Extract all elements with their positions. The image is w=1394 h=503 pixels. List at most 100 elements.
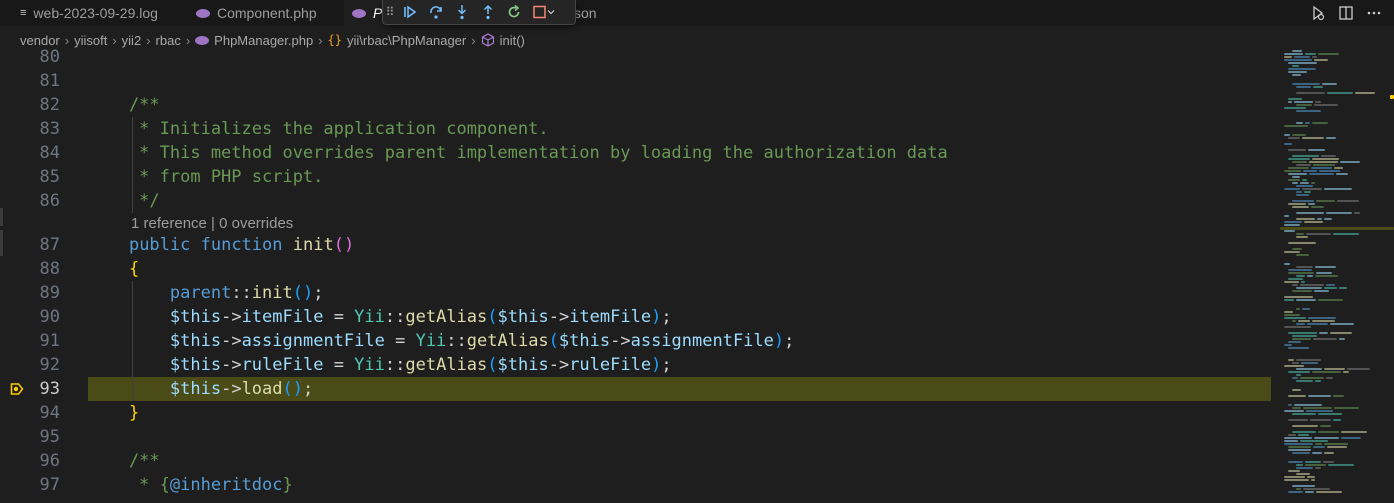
minimap-line — [1284, 443, 1313, 445]
step-into-button[interactable] — [449, 0, 475, 24]
tab-label: son — [574, 5, 597, 21]
minimap-line — [1324, 188, 1352, 190]
minimap-line — [1298, 434, 1309, 436]
minimap-line — [1311, 206, 1324, 208]
code-line[interactable]: 87 public function init() — [0, 233, 1280, 257]
code-token: $this — [497, 355, 549, 375]
editor-actions — [1304, 0, 1394, 26]
minimap-line — [1305, 461, 1321, 463]
minimap-line — [1284, 311, 1293, 313]
restart-button[interactable] — [501, 0, 527, 24]
minimap-line — [1284, 326, 1311, 328]
code-line[interactable]: 80 — [0, 46, 1280, 69]
minimap-line — [1311, 479, 1315, 481]
minimap-line — [1288, 101, 1292, 103]
drag-handle-icon[interactable]: ⠿ — [383, 0, 397, 24]
code-token: /** — [88, 451, 160, 471]
code-line[interactable]: 96 /** — [0, 449, 1280, 473]
step-out-button[interactable] — [475, 0, 501, 24]
minimap-line — [1319, 332, 1328, 334]
minimap-line — [1314, 104, 1338, 106]
code-line[interactable]: 92 $this->ruleFile = Yii::getAlias($this… — [0, 353, 1280, 377]
minimap-marker — [1390, 95, 1394, 99]
minimap-line — [1296, 467, 1313, 469]
tab-label: P — [373, 5, 383, 21]
code-line[interactable]: 93 $this->load(); — [0, 377, 1280, 401]
editor-tab-bar: ≡ web-2023-09-29.log Component.php P son — [0, 0, 1394, 26]
minimap-line — [1306, 233, 1331, 235]
code-line[interactable]: 97 * {@inheritdoc} — [0, 473, 1280, 497]
minimap-line — [1288, 434, 1296, 436]
step-over-button[interactable] — [423, 0, 449, 24]
minimap-line — [1330, 323, 1354, 325]
braces-icon: {} — [327, 33, 342, 47]
code-token: -> — [221, 331, 242, 351]
code-line[interactable]: 82 /** — [0, 93, 1280, 117]
minimap-line — [1292, 206, 1309, 208]
minimap-line — [1284, 410, 1304, 412]
tab-label: web-2023-09-29.log — [33, 5, 158, 21]
code-line[interactable]: 89 parent::init(); — [0, 281, 1280, 305]
tab-web-log[interactable]: ≡ web-2023-09-29.log — [20, 0, 180, 26]
cube-icon — [481, 33, 495, 47]
minimap-line — [1317, 218, 1322, 220]
minimap-line — [1302, 188, 1322, 190]
code-text: */ — [88, 189, 159, 213]
split-editor-button[interactable] — [1332, 0, 1360, 26]
tab-component-php[interactable]: Component.php — [196, 0, 336, 26]
minimap-line — [1292, 74, 1301, 76]
minimap-line — [1292, 155, 1319, 157]
minimap-line — [1296, 254, 1309, 256]
minimap-line — [1288, 62, 1317, 64]
code-editor[interactable]: 80 81 82 /** 83 * Initializes the applicati… — [0, 46, 1280, 503]
minimap-line — [1296, 164, 1311, 166]
minimap-line — [1312, 371, 1341, 373]
code-line[interactable]: 81 — [0, 69, 1280, 93]
minimap-line — [1337, 200, 1359, 202]
code-line[interactable]: 94 } — [0, 401, 1280, 425]
code-token: :: — [446, 331, 467, 351]
minimap-line — [1288, 269, 1312, 271]
minimap-line — [1333, 395, 1344, 397]
code-line[interactable]: 86 */ — [0, 189, 1280, 213]
minimap-line — [1284, 365, 1304, 367]
code-token: ruleFile — [569, 355, 652, 375]
minimap-line — [1296, 359, 1321, 361]
minimap-line — [1312, 56, 1317, 58]
continue-icon — [404, 5, 417, 19]
code-token: /** — [88, 95, 160, 115]
code-line[interactable]: 90 $this->itemFile = Yii::getAlias($this… — [0, 305, 1280, 329]
minimap-line — [1288, 242, 1316, 244]
minimap-line — [1305, 122, 1310, 124]
minimap-line — [1284, 170, 1301, 172]
more-actions-button[interactable] — [1360, 0, 1388, 26]
code-line[interactable]: 88 { — [0, 257, 1280, 281]
code-token: assignmentFile — [630, 331, 774, 351]
minimap-line — [1284, 476, 1305, 478]
run-debug-button[interactable] — [1304, 0, 1332, 26]
minimap-line — [1284, 221, 1302, 223]
stop-button[interactable] — [527, 0, 561, 24]
continue-button[interactable] — [397, 0, 423, 24]
codelens-references[interactable]: 1 reference | 0 overrides — [131, 212, 293, 236]
code-token: function — [200, 235, 283, 255]
minimap-line — [1288, 461, 1303, 463]
minimap-line — [1296, 473, 1310, 475]
minimap-line — [1313, 86, 1323, 88]
code-line[interactable]: 95 — [0, 425, 1280, 449]
code-line[interactable]: 91 $this->assignmentFile = Yii::getAlias… — [0, 329, 1280, 353]
minimap-line — [1292, 161, 1307, 163]
split-icon — [1339, 6, 1353, 20]
minimap-line — [1354, 212, 1360, 214]
code-line[interactable]: 84 * This method overrides parent implem… — [0, 141, 1280, 165]
minimap-line — [1308, 149, 1325, 151]
minimap-line — [1324, 452, 1334, 454]
minimap[interactable] — [1280, 46, 1394, 503]
tab-json[interactable]: son — [574, 0, 624, 26]
line-number: 89 — [39, 283, 60, 303]
code-token: getAlias — [405, 355, 488, 375]
code-line[interactable]: 85 * from PHP script. — [0, 165, 1280, 189]
code-line[interactable]: 83 * Initializes the application compone… — [0, 117, 1280, 141]
